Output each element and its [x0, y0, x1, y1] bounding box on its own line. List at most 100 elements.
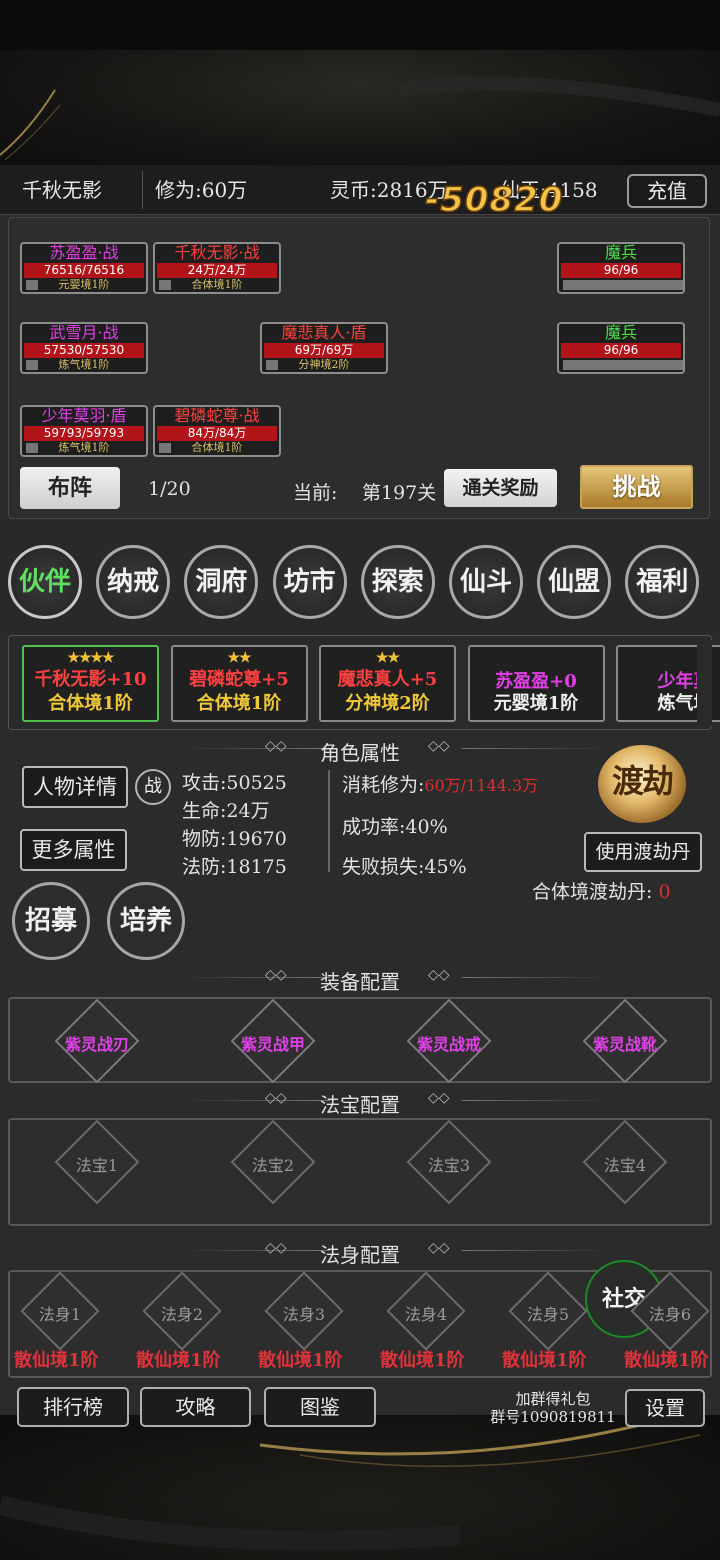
partner-card[interactable]: ★★★★ 千秋无影+10 合体境1阶	[22, 645, 159, 722]
wave-counter: 1/20	[148, 478, 191, 500]
equipment-section-header: ◇◇ 装备配置 ◇◇	[0, 963, 720, 994]
star-rating	[470, 647, 603, 667]
partner-rank: 合体境1阶	[48, 693, 133, 714]
group-info[interactable]: 加群得礼包 群号1090819811	[488, 1390, 618, 1426]
unit-hp-bar: 24万/24万	[157, 263, 277, 278]
tribulation-badge[interactable]: 渡劫	[598, 745, 686, 823]
tab-2[interactable]: 洞府	[184, 545, 259, 619]
unit-rank: 合体境1阶	[191, 278, 243, 291]
partner-card[interactable]: ★★ 魔悲真人+5 分神境2阶	[319, 645, 456, 722]
challenge-button[interactable]: 挑战	[580, 465, 693, 509]
enemy-unit[interactable]: 魔兵 96/96	[557, 242, 685, 294]
recruit-button[interactable]: 招募	[12, 882, 90, 960]
ally-unit[interactable]: 碧磷蛇尊·战 84万/84万 合体境1阶	[153, 405, 281, 457]
bottom-background	[0, 1415, 720, 1560]
cost-label: 消耗修为:60万/1144.3万	[342, 774, 539, 796]
ally-unit[interactable]: 武雪月·战 57530/57530 炼气境1阶	[20, 322, 148, 374]
ranking-button[interactable]: 排行榜	[17, 1387, 129, 1427]
star-rating: ★★	[375, 650, 400, 666]
hp-stat: 生命:24万	[182, 800, 270, 822]
more-attributes-button[interactable]: 更多属性	[20, 829, 127, 871]
dharma-body-slot-label: 法身3	[282, 1305, 326, 1324]
dharma-body-rank: 散仙境1阶	[502, 1350, 587, 1371]
tab-3[interactable]: 坊市	[272, 545, 347, 619]
equipment-name: 紫灵战刃	[64, 1035, 129, 1054]
train-button[interactable]: 培养	[107, 882, 185, 960]
magic-defense-stat: 法防:18175	[182, 856, 287, 878]
unit-hp-bar: 69万/69万	[264, 343, 384, 358]
failure-loss: 失败损失:45%	[342, 856, 467, 878]
attack-stat: 攻击:50525	[182, 772, 287, 794]
star-rating: ★★	[227, 650, 251, 666]
clear-reward-button[interactable]: 通关奖励	[444, 469, 557, 507]
guide-button[interactable]: 攻略	[140, 1387, 251, 1427]
unit-rank: 炼气境1阶	[58, 441, 110, 454]
strip-mask	[697, 640, 712, 726]
partner-rank: 分神境2阶	[345, 693, 430, 714]
group-number: 群号1090819811	[490, 1408, 616, 1426]
recharge-button[interactable]: 充值	[627, 174, 707, 208]
ally-unit[interactable]: 少年莫羽·盾 59793/59793 炼气境1阶	[20, 405, 148, 457]
dharma-body-slot-label: 法身6	[648, 1305, 692, 1324]
codex-button[interactable]: 图鉴	[264, 1387, 376, 1427]
dharma-body-section-title: 法身配置	[320, 1243, 400, 1267]
treasure-slot-label: 法宝4	[603, 1156, 647, 1175]
tab-1[interactable]: 纳戒	[96, 545, 171, 619]
ally-unit[interactable]: 千秋无影·战 24万/24万 合体境1阶	[153, 242, 281, 294]
unit-hp-bar: 84万/84万	[157, 426, 277, 441]
partner-name: 苏盈盈+0	[495, 671, 577, 692]
unit-name: 碧磷蛇尊·战	[174, 406, 260, 425]
tribulation-pill-count: 合体境渡劫丹: 0	[532, 881, 671, 903]
star-rating: ★★★★	[67, 650, 114, 666]
dharma-body-rank: 散仙境1阶	[258, 1350, 343, 1371]
unit-hp-bar: 59793/59793	[24, 426, 144, 441]
tab-6[interactable]: 仙盟	[537, 545, 612, 619]
equipment-name: 紫灵战靴	[592, 1035, 657, 1054]
dharma-body-rank: 散仙境1阶	[624, 1350, 709, 1371]
battle-power-icon[interactable]: 战	[135, 769, 171, 805]
ally-unit[interactable]: 苏盈盈·战 76516/76516 元婴境1阶	[20, 242, 148, 294]
dharma-body-rank: 散仙境1阶	[380, 1350, 465, 1371]
unit-name: 少年莫羽·盾	[41, 406, 127, 425]
group-gift-text: 加群得礼包	[515, 1390, 591, 1408]
tab-5[interactable]: 仙斗	[449, 545, 523, 619]
character-detail-button[interactable]: 人物详情	[22, 766, 128, 808]
formation-button[interactable]: 布阵	[20, 467, 120, 509]
tab-7[interactable]: 福利	[625, 545, 700, 619]
partner-name: 千秋无影+10	[34, 669, 147, 690]
unit-hp-bar: 57530/57530	[24, 343, 144, 358]
current-stage: 第197关	[362, 482, 437, 504]
unit-rank: 合体境1阶	[191, 441, 243, 454]
treasure-slot-label: 法宝2	[251, 1156, 295, 1175]
attributes-section-title: 角色属性	[320, 741, 400, 765]
treasure-slot-label: 法宝3	[427, 1156, 471, 1175]
partner-card[interactable]: ★★ 碧磷蛇尊+5 合体境1阶	[170, 645, 308, 722]
use-tribulation-pill-button[interactable]: 使用渡劫丹	[584, 832, 702, 872]
stat-divider	[328, 770, 330, 872]
treasure-section-title: 法宝配置	[320, 1093, 400, 1117]
dharma-body-slot-label: 法身2	[160, 1305, 204, 1324]
unit-hp-bar: 96/96	[561, 343, 681, 358]
current-stage-label: 当前:	[293, 482, 338, 504]
success-rate: 成功率:40%	[342, 816, 448, 838]
player-name: 千秋无影	[22, 178, 102, 202]
top-background	[0, 50, 720, 165]
tab-4[interactable]: 探索	[360, 545, 435, 619]
treasure-slot-label: 法宝1	[75, 1156, 119, 1175]
divider	[142, 171, 143, 209]
ally-unit[interactable]: 魔悲真人·盾 69万/69万 分神境2阶	[260, 322, 388, 374]
rank-progress	[563, 280, 683, 290]
damage-popup: -50820	[424, 179, 564, 221]
dharma-body-slot-label: 法身4	[404, 1305, 448, 1324]
unit-rank: 分神境2阶	[298, 358, 350, 371]
tab-0[interactable]: 伙伴	[8, 545, 82, 619]
partner-card[interactable]: 苏盈盈+0 元婴境1阶	[467, 645, 605, 722]
dharma-body-rank: 散仙境1阶	[136, 1350, 221, 1371]
settings-button[interactable]: 设置	[625, 1389, 705, 1427]
unit-name: 武雪月·战	[49, 323, 119, 342]
enemy-unit[interactable]: 魔兵 96/96	[557, 322, 685, 374]
unit-name: 千秋无影·战	[174, 243, 260, 262]
gold-streak-decoration	[0, 76, 720, 161]
partner-name: 魔悲真人+5	[337, 669, 438, 690]
physical-defense-stat: 物防:19670	[182, 828, 287, 850]
